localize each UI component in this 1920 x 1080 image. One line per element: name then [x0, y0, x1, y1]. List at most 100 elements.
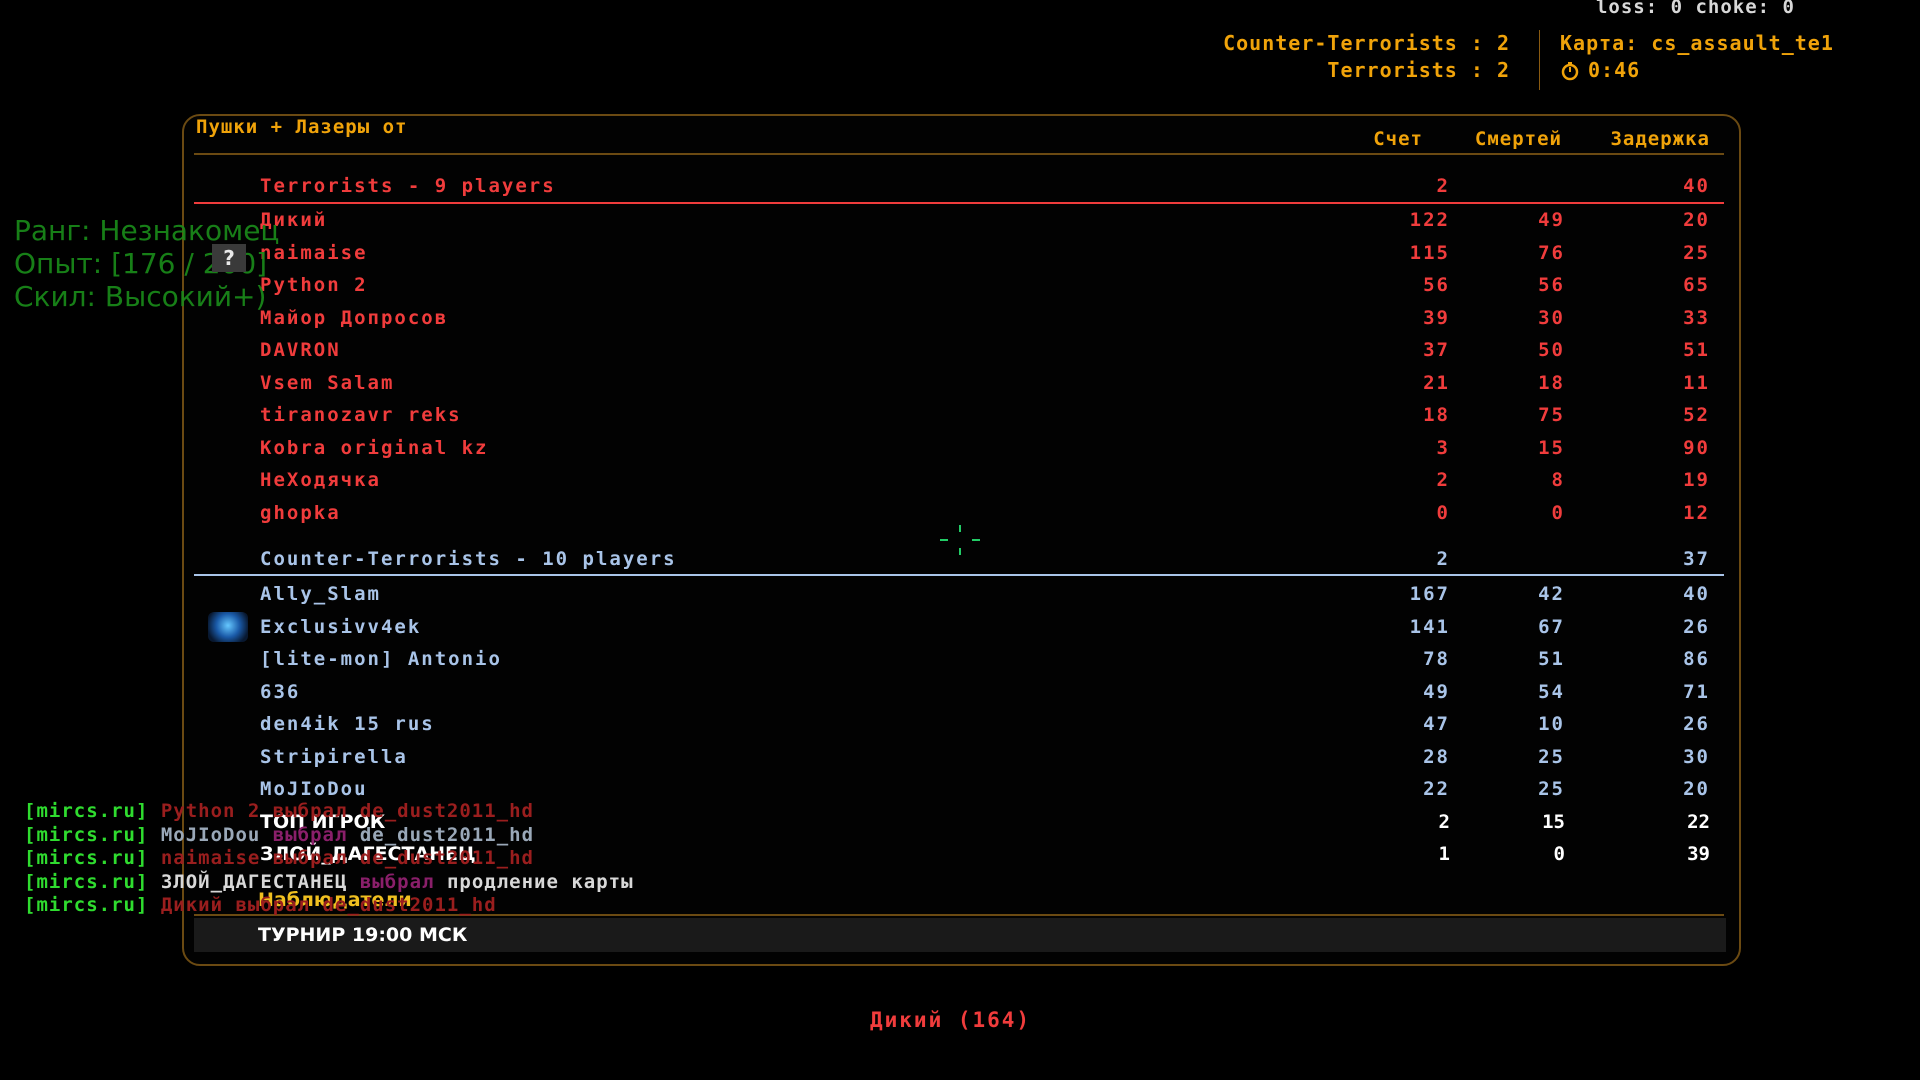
player-row: Python 2 56 56 65	[0, 274, 1920, 304]
player-score: 21	[1423, 371, 1450, 394]
scoreboard-title: Пушки + Лазеры от	[196, 116, 408, 138]
player-name: Vsem Salam	[260, 371, 395, 394]
player-latency: 22	[1687, 810, 1710, 833]
rank-text: Ранг: Незнакомец	[14, 214, 280, 247]
player-row: Vsem Salam 21 18 11	[0, 372, 1920, 402]
team-label: Terrorists - 9 players	[260, 175, 556, 197]
player-score: 47	[1423, 713, 1450, 735]
help-icon[interactable]: ?	[212, 244, 246, 272]
player-score: 141	[1409, 615, 1450, 638]
player-deaths: 15	[1538, 436, 1565, 459]
player-latency: 52	[1683, 404, 1710, 426]
chat-text: Дикий выбрал de_dust2011_hd	[148, 894, 497, 916]
player-deaths: 42	[1538, 583, 1565, 605]
timer-value: 0:46	[1588, 58, 1641, 82]
player-latency: 26	[1683, 713, 1710, 735]
player-deaths: 10	[1538, 713, 1565, 735]
player-row: [lite-mon] Antonio 78 51 86	[0, 648, 1920, 678]
chat-line: [mircs.ru] MoJIoDou выбрал de_dust2011_h…	[24, 824, 634, 848]
player-latency: 51	[1683, 339, 1710, 361]
chat-text: naimaise выбрал de_dust2011_hd	[148, 847, 534, 869]
player-name: Майор Допросов	[260, 306, 449, 329]
column-score-header: Счет	[1373, 128, 1423, 150]
column-deaths-header: Смертей	[1474, 128, 1562, 150]
player-name: tiranozavr reks	[260, 404, 462, 426]
player-score: 78	[1423, 648, 1450, 670]
stopwatch-icon	[1561, 61, 1579, 80]
round-timer: 0:46	[1560, 57, 1834, 84]
chat-text: выбрал	[260, 823, 348, 846]
player-score: 3	[1436, 436, 1450, 459]
ct-count: Counter-Terrorists : 2	[1223, 31, 1510, 55]
player-row: tiranozavr reks 18 75 52	[0, 404, 1920, 434]
player-latency: 20	[1683, 209, 1710, 231]
terrorists-team-row: Terrorists - 9 players 2 40	[0, 175, 1920, 205]
player-deaths: 67	[1538, 615, 1565, 638]
player-deaths: 76	[1538, 241, 1565, 264]
player-deaths: 56	[1538, 274, 1565, 296]
player-avatar	[208, 612, 248, 642]
chat-text: ЗЛОЙ_ДАГЕСТАНЕЦ	[148, 870, 348, 893]
chat-line: [mircs.ru] ЗЛОЙ_ДАГЕСТАНЕЦ выбрал продле…	[24, 871, 634, 895]
player-deaths: 18	[1538, 371, 1565, 394]
header-divider	[194, 153, 1724, 155]
player-latency: 71	[1683, 680, 1710, 703]
player-name: Stripirella	[260, 745, 408, 768]
player-latency: 90	[1683, 436, 1710, 459]
map-name: Карта: cs_assault_te1	[1560, 31, 1834, 55]
player-deaths: 51	[1538, 648, 1565, 670]
footer-text: ТУРНИР 19:00 МСК	[258, 924, 468, 946]
team-score: 2	[1436, 175, 1450, 197]
player-score: 18	[1423, 404, 1450, 426]
player-deaths: 15	[1542, 810, 1565, 833]
player-name: НеХодячка	[260, 469, 381, 491]
player-row: DAVRON 37 50 51	[0, 339, 1920, 369]
chat-tag: [mircs.ru]	[24, 847, 149, 869]
player-latency: 19	[1683, 469, 1710, 491]
team-score: 2	[1436, 548, 1450, 570]
net-stats: loss: 0 choke: 0	[1595, 0, 1795, 18]
spectating-player: Дикий (164)	[870, 1008, 1032, 1032]
chat-text: MoJIoDou	[148, 823, 261, 846]
player-row: Exclusivv4ek 141 67 26	[0, 616, 1920, 646]
player-latency: 26	[1683, 615, 1710, 638]
t-count: Terrorists : 2	[1327, 58, 1510, 82]
player-name: ghopka	[260, 501, 341, 524]
player-deaths: 8	[1551, 469, 1565, 491]
player-score: 167	[1409, 583, 1450, 605]
player-score: 0	[1436, 501, 1450, 524]
player-latency: 33	[1683, 306, 1710, 329]
chat-text: продление карты	[434, 870, 634, 893]
terrorists-divider	[194, 202, 1724, 204]
map-info: Карта: cs_assault_te1 0:46	[1560, 30, 1834, 84]
team-counts: Counter-Terrorists : 2 Terrorists : 2	[1223, 30, 1510, 84]
player-score: 2	[1438, 810, 1450, 833]
hud-divider	[1539, 30, 1540, 90]
column-latency-header: Задержка	[1610, 128, 1710, 150]
player-deaths: 25	[1538, 745, 1565, 768]
player-deaths: 54	[1538, 680, 1565, 703]
player-name: 636	[260, 680, 301, 703]
player-score: 1	[1438, 843, 1450, 865]
player-row: naimaise 115 76 25	[0, 242, 1920, 272]
player-deaths: 0	[1553, 843, 1565, 865]
player-name: Exclusivv4ek	[260, 615, 422, 638]
player-score: 56	[1423, 274, 1450, 296]
player-score: 28	[1423, 745, 1450, 768]
player-score: 122	[1409, 209, 1450, 231]
chat-line: [mircs.ru] Python 2 выбрал de_dust2011_h…	[24, 800, 634, 824]
player-latency: 86	[1683, 648, 1710, 670]
player-name: Ally_Slam	[260, 583, 381, 605]
ct-divider	[194, 574, 1724, 576]
chat-log: [mircs.ru] Python 2 выбрал de_dust2011_h…	[24, 800, 634, 918]
team-latency: 37	[1683, 548, 1710, 570]
chat-text: Python 2 выбрал de_dust2011_hd	[148, 800, 534, 822]
player-latency: 12	[1683, 501, 1710, 524]
player-row: den4ik 15 rus 47 10 26	[0, 713, 1920, 743]
player-name: DAVRON	[260, 339, 341, 361]
player-latency: 39	[1687, 843, 1710, 865]
player-deaths: 30	[1538, 306, 1565, 329]
player-row: Дикий 122 49 20	[0, 209, 1920, 239]
player-name: Kobra original kz	[260, 436, 489, 459]
player-row: Stripirella 28 25 30	[0, 746, 1920, 776]
